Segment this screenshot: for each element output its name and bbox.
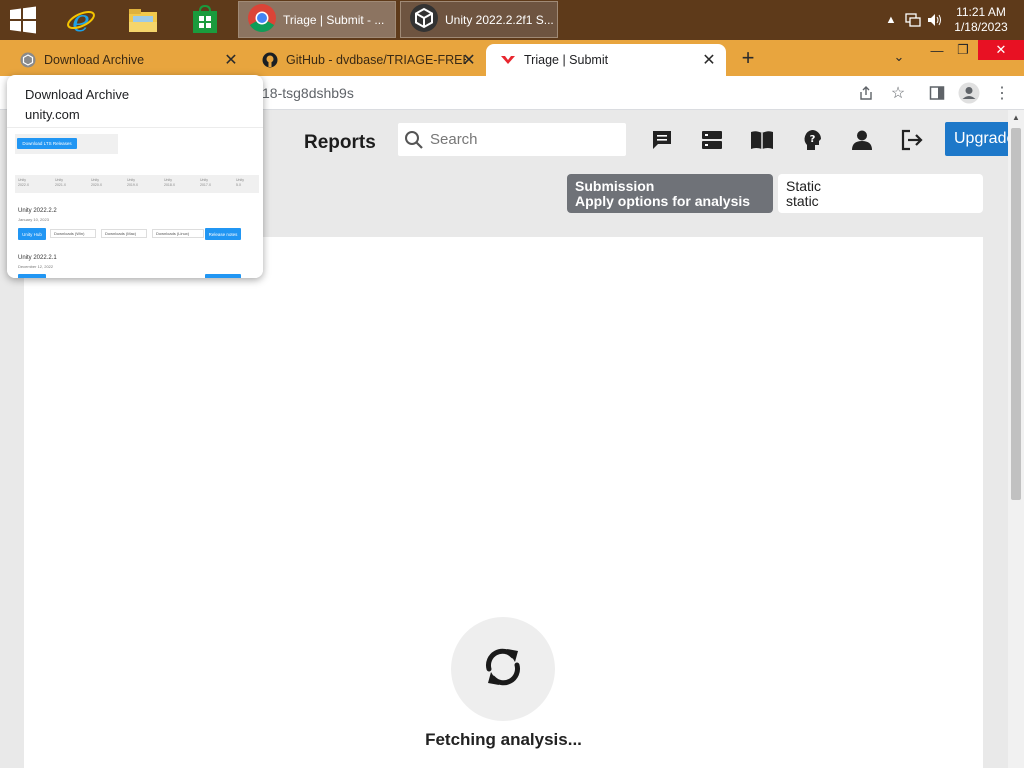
tab-close-icon[interactable]: ✕ (222, 51, 240, 69)
upgrade-button[interactable]: Upgrade (945, 122, 1015, 156)
file-explorer-icon[interactable] (121, 2, 165, 38)
taskbar-task-chrome[interactable]: Triage | Submit - ... (238, 1, 396, 38)
window-close-icon[interactable]: ✕ (978, 40, 1024, 60)
hover-card-title: Download Archive (25, 87, 130, 102)
thumb-downloads-win: Downloads (Win) (50, 229, 96, 238)
volume-icon[interactable] (924, 0, 946, 40)
browser-menu-icon[interactable]: ⋮ (991, 82, 1013, 104)
thumb-version-tab: Unity 2018.X (164, 178, 176, 187)
chrome-icon (247, 3, 277, 36)
thumb-release-date: January 10, 2023 (18, 217, 49, 222)
tab-github[interactable]: GitHub - dvdbase/TRIAGE-FREE- ✕ (248, 44, 486, 76)
thumb-release-notes-button: Release notes (205, 228, 241, 240)
server-icon[interactable] (699, 127, 725, 153)
static-segment[interactable]: Static static (778, 174, 983, 213)
hover-card-domain: unity.com (25, 107, 80, 122)
reports-link[interactable]: Reports (304, 132, 376, 154)
tab-search-chevron-icon[interactable]: ⌄ (884, 46, 914, 68)
thumb-version-tab: Unity 2022.X (18, 178, 30, 187)
thumb-unity-hub-button: Unity Hub (18, 228, 46, 240)
thumb-release-name: Unity 2022.2.2 (18, 208, 57, 214)
windows-taskbar: e Triage | Submit - ... Unity 2022.2.2f1… (0, 0, 1024, 40)
hover-card-thumbnail: Download LTS Releases Unity 2022.X Unity 2… (7, 127, 263, 278)
tab-title: Download Archive (44, 53, 145, 67)
thumb-release-name: Unity 2022.2.1 (18, 255, 57, 261)
windows-start-button[interactable] (8, 6, 38, 34)
tab-triage-submit[interactable]: Triage | Submit ✕ (486, 44, 726, 76)
thumb-release-date: December 12, 2022 (18, 264, 54, 269)
thumb-version-tab: Unity 2019.X (127, 178, 139, 187)
static-subtitle: static (786, 193, 819, 209)
tab-close-icon[interactable]: ✕ (460, 51, 478, 69)
help-head-icon[interactable]: ? (799, 127, 825, 153)
window-restore-icon[interactable]: ❐ (948, 40, 978, 60)
github-favicon (262, 52, 278, 68)
bookmark-star-icon[interactable]: ☆ (887, 82, 909, 104)
loading-spinner (451, 617, 555, 721)
system-tray: ▲ 11:21 AM 1/18/2023 (880, 0, 1024, 40)
new-tab-plus-icon[interactable]: + (736, 45, 760, 70)
search-icon (398, 130, 430, 150)
logout-icon[interactable] (899, 127, 925, 153)
thumb-download-lts-button: Download LTS Releases (17, 138, 77, 149)
network-icon[interactable] (902, 0, 924, 40)
svg-text:?: ? (810, 134, 816, 145)
svg-text:e: e (72, 5, 90, 35)
taskbar-task-label: Unity 2022.2.2f1 S... (445, 12, 554, 27)
scroll-up-arrow-icon[interactable]: ▲ (1012, 114, 1020, 122)
taskbar-task-unity[interactable]: Unity 2022.2.2f1 S... (400, 1, 558, 38)
share-icon[interactable] (855, 82, 877, 104)
thumb-unity-hub-button (18, 274, 46, 278)
search-box[interactable] (398, 123, 626, 156)
refresh-arrows-icon (481, 643, 525, 696)
side-panel-icon[interactable] (926, 82, 948, 104)
tab-hover-card: Download Archive unity.com Download LTS … (7, 75, 263, 278)
static-title: Static (786, 178, 822, 194)
submission-segment[interactable]: Submission Apply options for analysis (567, 174, 773, 213)
tab-close-icon[interactable]: ✕ (700, 51, 718, 69)
submission-title: Submission (575, 178, 655, 194)
profile-avatar-icon[interactable] (958, 82, 980, 104)
thumb-version-tab: Unity 2020.X (91, 178, 103, 187)
unity-favicon (20, 52, 36, 68)
unity-icon (409, 3, 439, 36)
thumb-version-tab: Unity 2021.X (55, 178, 67, 187)
submission-subtitle: Apply options for analysis (575, 193, 751, 209)
comments-icon[interactable] (649, 127, 675, 153)
search-input[interactable] (430, 131, 610, 148)
tab-title: Triage | Submit (524, 53, 609, 67)
thumb-downloads-mac: Downloads (Mac) (101, 229, 147, 238)
url-text[interactable]: 18-tsg8dshb9s (262, 85, 354, 101)
thumb-downloads-linux: Downloads (Linux) (152, 229, 204, 238)
clock-time: 11:21 AM (956, 5, 1006, 19)
taskbar-clock[interactable]: 11:21 AM 1/18/2023 (946, 5, 1016, 35)
scrollbar-thumb[interactable] (1011, 128, 1021, 500)
browser-tab-strip: Download Archive ✕ GitHub - dvdbase/TRIA… (0, 40, 1024, 76)
internet-explorer-icon[interactable]: e (59, 2, 103, 38)
taskbar-task-label: Triage | Submit - ... (283, 12, 385, 27)
clock-date: 1/18/2023 (954, 20, 1008, 34)
tray-overflow-chevron-icon[interactable]: ▲ (880, 0, 902, 40)
tab-title: GitHub - dvdbase/TRIAGE-FREE- (286, 53, 466, 67)
thumb-version-tab: Unity 2017.X (200, 178, 212, 187)
triage-favicon (500, 52, 516, 68)
thumb-version-tab: Unity 5.X (236, 178, 244, 187)
microsoft-store-icon[interactable] (183, 2, 227, 38)
thumb-release-notes-button (205, 274, 241, 278)
user-account-icon[interactable] (849, 127, 875, 153)
page-scrollbar[interactable]: ▲ (1008, 110, 1024, 768)
book-icon[interactable] (749, 127, 775, 153)
fetching-status-text: Fetching analysis... (425, 730, 582, 749)
tab-download-archive[interactable]: Download Archive ✕ (6, 44, 248, 76)
